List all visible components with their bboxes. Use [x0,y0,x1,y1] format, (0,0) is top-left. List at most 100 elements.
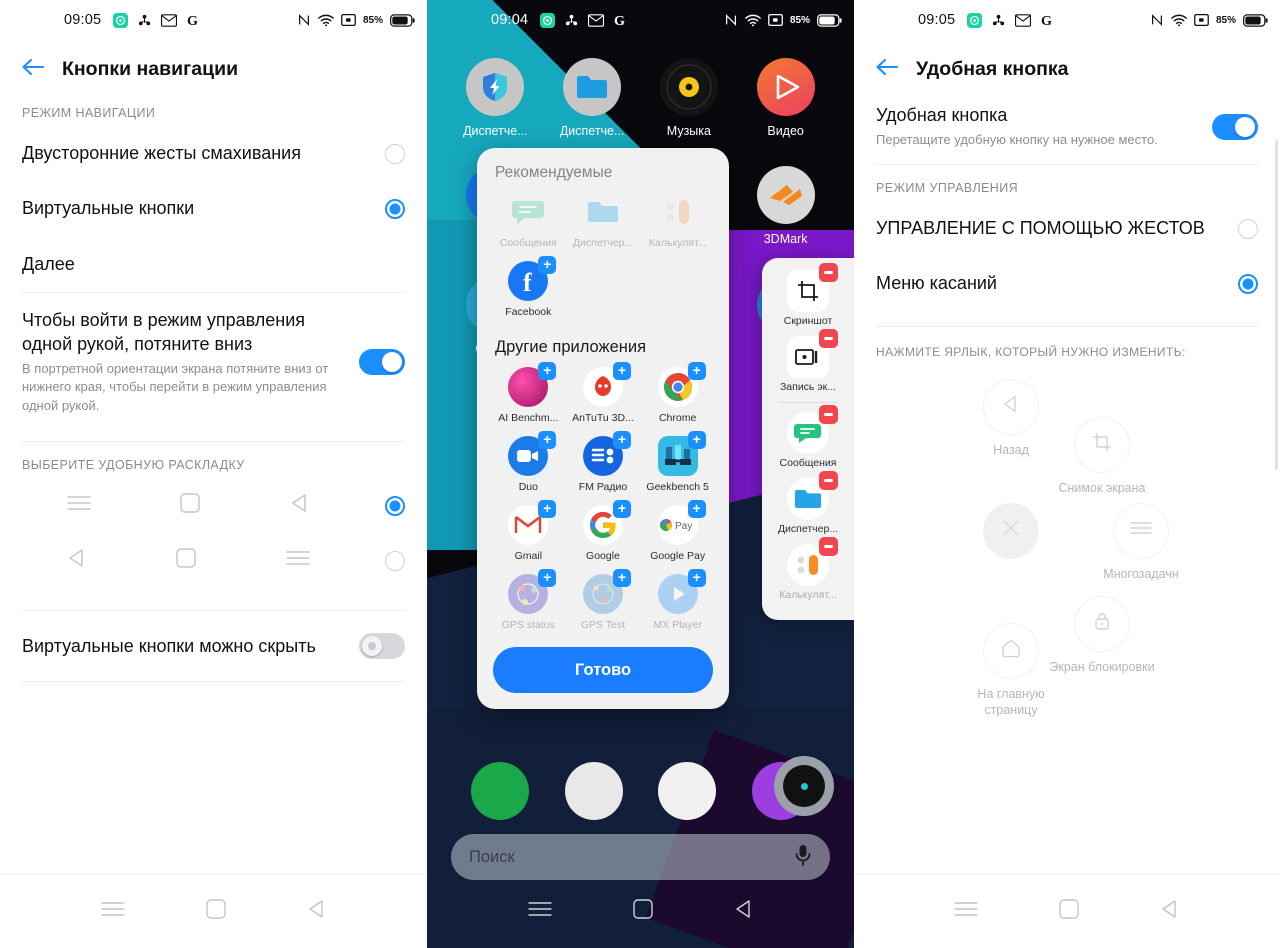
dialog-app-item[interactable]: Калькулят... [640,192,715,249]
hide-buttons-toggle[interactable] [359,633,405,660]
shortcut-close[interactable] [956,502,1066,566]
add-badge-icon[interactable]: + [612,500,631,518]
add-badge-icon[interactable]: + [538,569,557,587]
screen-record-icon [768,14,783,26]
edge-item[interactable]: Сообщения [762,405,854,469]
home-app[interactable]: 3DMark [743,166,829,246]
screen-record-icon [341,14,356,26]
dialog-app-item[interactable]: f + Facebook [491,256,566,318]
onehand-mode-row[interactable]: Чтобы войти в режим управления одной рук… [0,293,427,431]
dialog-app-item[interactable]: + FM Радио [566,431,641,493]
home-app[interactable]: Музыка [646,58,732,138]
radio-gesture-control[interactable] [1238,218,1258,239]
menu-icon[interactable] [527,900,553,923]
mode-row-gestures[interactable]: УПРАВЛЕНИЕ С ПОМОЩЬЮ ЖЕСТОВ [854,201,1280,256]
dialog-app-item[interactable]: Сообщения [491,192,566,249]
dialog-app-item[interactable]: + Gmail [491,500,566,562]
edge-item[interactable]: Запись эк... [762,329,854,393]
menu-icon[interactable] [953,900,979,923]
dock-app-phone[interactable] [470,762,529,820]
option-row-more[interactable]: Далее [0,237,427,292]
svg-text:Pay: Pay [675,521,692,532]
onehand-toggle[interactable] [359,349,405,376]
add-badge-icon[interactable]: + [612,431,631,449]
search-bar[interactable]: Поиск [451,834,830,880]
radio-layout-1[interactable] [385,495,405,516]
home-app[interactable]: Диспетче... [452,58,538,138]
done-button[interactable]: Готово [493,647,713,693]
remove-badge-icon[interactable] [819,537,838,556]
add-badge-icon[interactable]: + [687,431,706,449]
dialog-app-item[interactable]: Pay + Google Pay [640,500,715,562]
back-arrow-icon[interactable] [20,56,46,82]
shortcut-home[interactable]: На главную страницу [956,622,1066,719]
option-row-virtual-buttons[interactable]: Виртуальные кнопки [0,181,427,236]
assistive-toggle[interactable] [1212,113,1258,140]
back-triangle-icon[interactable] [733,898,755,925]
3dmark-icon [756,166,815,224]
remove-badge-icon[interactable] [819,405,838,424]
add-badge-icon[interactable]: + [687,569,706,587]
mode-row-touch-menu[interactable]: Меню касаний [854,256,1280,311]
dialog-app-item[interactable]: + Chrome [640,362,715,424]
home-square-icon[interactable] [205,898,227,925]
dock-app-browser[interactable] [658,762,717,820]
shortcut-multitask[interactable]: Многозадачн [1086,502,1196,582]
edge-item[interactable]: Диспетчер... [762,471,854,535]
add-badge-icon[interactable]: + [538,500,557,518]
assistive-button-row[interactable]: Удобная кнопка Перетащите удобную кнопку… [854,96,1280,164]
dialog-app-label: Duo [518,481,538,493]
add-badge-icon[interactable]: + [687,362,706,380]
remove-badge-icon[interactable] [819,329,838,348]
add-badge-icon[interactable]: + [538,256,557,274]
back-triangle-icon[interactable] [306,898,328,925]
others-title: Другие приложения [495,338,647,356]
menu-icon[interactable] [100,900,126,923]
svg-text:G: G [614,13,625,28]
home-app[interactable]: Диспетче... [549,58,635,138]
dialog-app-item[interactable]: + Google [566,500,641,562]
dialog-app-item[interactable]: Диспетчер... [566,192,641,249]
dialog-app-item[interactable]: + AnTuTu 3D... [566,362,641,424]
radio-touch-menu[interactable] [1238,273,1258,294]
dialog-app-label: Google Pay [650,550,706,562]
home-app[interactable]: Видео [743,58,829,138]
dock-app-contacts[interactable] [564,762,623,820]
add-badge-icon[interactable]: + [538,431,557,449]
back-triangle-icon[interactable] [1159,898,1181,925]
shortcut-label: На главную страницу [977,686,1045,717]
back-arrow-icon[interactable] [874,56,900,82]
panel-home-screen-edge-panel: 09:04 G 85% Диспетче... Диспетче... Музы… [427,0,854,948]
add-badge-icon[interactable]: + [612,569,631,587]
remove-badge-icon[interactable] [819,471,838,490]
radio-layout-2[interactable] [385,550,405,571]
dialog-app-item[interactable]: + MX Player [640,569,715,631]
dialog-app-item[interactable]: + AI Benchm... [491,362,566,424]
dialog-app-item[interactable]: + GPS status [491,569,566,631]
home-app-label: Диспетче... [463,124,528,138]
radio-gestures[interactable] [385,143,405,164]
dialog-app-item[interactable]: + Duo [491,431,566,493]
dialog-app-item[interactable]: + Geekbench 5 [640,431,715,493]
option-row-gestures[interactable]: Двусторонние жесты смахивания [0,126,427,181]
microphone-icon[interactable] [794,843,812,872]
edge-item[interactable]: Скриншот [762,263,854,327]
add-badge-icon[interactable]: + [687,500,706,518]
add-badge-icon[interactable]: + [612,362,631,380]
camera-floating-icon[interactable] [774,756,834,816]
layout-option-1[interactable] [0,478,427,533]
add-badge-icon[interactable]: + [538,362,557,380]
shortcut-screenshot[interactable]: Снимок экрана [1047,416,1157,496]
home-square-icon[interactable] [1058,898,1080,925]
scrollbar[interactable] [1275,140,1278,470]
radio-virtual-buttons[interactable] [385,199,405,220]
dialog-app-item[interactable]: + GPS Test [566,569,641,631]
hide-buttons-row[interactable]: Виртуальные кнопки можно скрыть [0,611,427,681]
crop-screenshot-icon [1091,431,1113,458]
remove-badge-icon[interactable] [819,263,838,282]
menu-icon [66,494,92,517]
nfc-icon [297,13,311,27]
home-square-icon[interactable] [632,898,654,925]
layout-option-2[interactable] [0,533,427,588]
edge-item[interactable]: Калькулят... [762,537,854,601]
